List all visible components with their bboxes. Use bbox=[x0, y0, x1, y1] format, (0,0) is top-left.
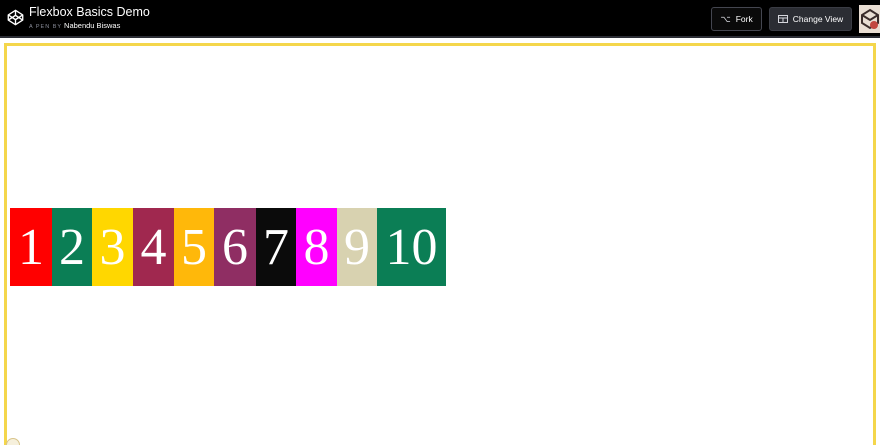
layout-grid-icon bbox=[777, 15, 788, 23]
flex-item: 7 bbox=[256, 208, 296, 286]
user-avatar[interactable] bbox=[859, 5, 880, 33]
flex-item: 9 bbox=[337, 208, 377, 286]
flex-item: 8 bbox=[296, 208, 337, 286]
flex-item: 2 bbox=[52, 208, 92, 286]
corner-badge-icon bbox=[6, 438, 20, 445]
author-link[interactable]: Nabendu Biswas bbox=[64, 21, 120, 30]
flex-item: 4 bbox=[133, 208, 174, 286]
flex-item: 10 bbox=[377, 208, 446, 286]
result-frame: 1 2 3 4 5 6 7 8 9 10 bbox=[4, 43, 876, 445]
pen-byline: A PEN BY Nabendu Biswas bbox=[29, 21, 150, 32]
pen-title[interactable]: Flexbox Basics Demo bbox=[29, 5, 150, 20]
top-bar: Flexbox Basics Demo A PEN BY Nabendu Bis… bbox=[0, 0, 880, 38]
flex-item: 3 bbox=[92, 208, 133, 286]
flex-item: 6 bbox=[214, 208, 256, 286]
flex-item: 5 bbox=[174, 208, 214, 286]
fork-button-label: Fork bbox=[735, 14, 753, 24]
flex-container: 1 2 3 4 5 6 7 8 9 10 bbox=[10, 208, 446, 286]
fork-icon: ⌥ bbox=[720, 13, 731, 24]
pen-title-block: Flexbox Basics Demo A PEN BY Nabendu Bis… bbox=[29, 5, 150, 32]
change-view-button[interactable]: Change View bbox=[769, 7, 852, 31]
avatar-image bbox=[859, 5, 880, 33]
pen-by-label: A PEN BY bbox=[29, 24, 63, 30]
change-view-label: Change View bbox=[792, 14, 844, 24]
fork-button[interactable]: ⌥ Fork bbox=[711, 7, 762, 31]
flex-item: 1 bbox=[10, 208, 52, 286]
codepen-logo-icon[interactable] bbox=[7, 9, 24, 26]
